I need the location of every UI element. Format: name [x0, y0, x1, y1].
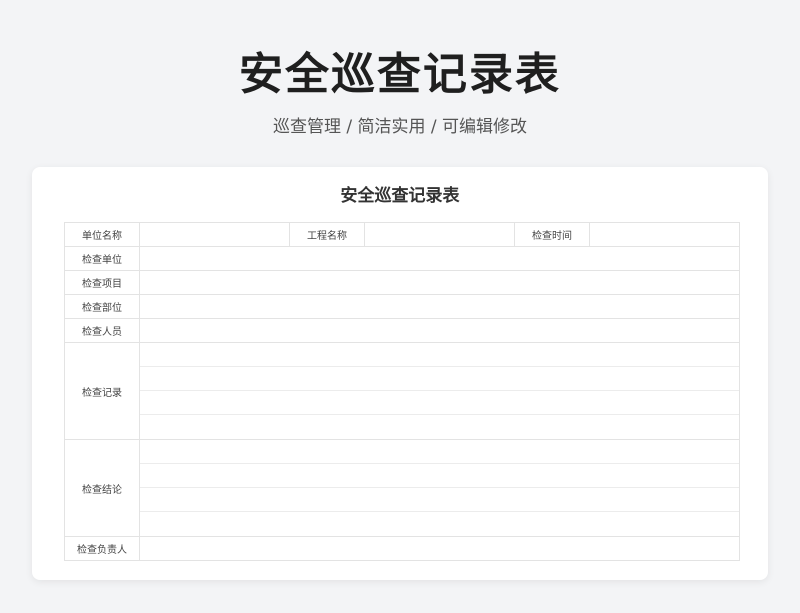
page-title: 安全巡查记录表	[239, 49, 561, 100]
table-row: 检查部位	[64, 294, 740, 319]
conclusion-line	[140, 464, 739, 488]
form-card: 安全巡查记录表 单位名称 工程名称 检查时间 检查单位 检查项目 检查部位 检查…	[32, 167, 768, 580]
page-subtitle: 巡查管理 / 简洁实用 / 可编辑修改	[272, 117, 528, 137]
conclusion-line	[140, 488, 739, 512]
check-conclusion-field[interactable]	[139, 439, 740, 537]
table-row: 单位名称 工程名称 检查时间	[64, 222, 740, 247]
record-line	[140, 415, 739, 439]
conclusion-line	[140, 512, 739, 536]
table-row: 检查单位	[64, 246, 740, 271]
record-line	[140, 391, 739, 415]
table-row: 检查记录	[64, 342, 740, 440]
check-time-label: 检查时间	[514, 222, 590, 247]
check-conclusion-label: 检查结论	[64, 439, 140, 537]
project-name-field[interactable]	[364, 222, 515, 247]
table-row: 检查项目	[64, 270, 740, 295]
table-row: 检查人员	[64, 318, 740, 343]
record-line	[140, 343, 739, 367]
unit-name-field[interactable]	[139, 222, 290, 247]
check-item-field[interactable]	[139, 270, 740, 295]
check-item-label: 检查项目	[64, 270, 140, 295]
check-unit-field[interactable]	[139, 246, 740, 271]
check-owner-field[interactable]	[139, 536, 740, 561]
check-record-label: 检查记录	[64, 342, 140, 440]
check-staff-field[interactable]	[139, 318, 740, 343]
project-name-label: 工程名称	[289, 222, 365, 247]
check-staff-label: 检查人员	[64, 318, 140, 343]
table-row: 检查结论	[64, 439, 740, 537]
form-title: 安全巡查记录表	[340, 186, 460, 206]
check-record-field[interactable]	[139, 342, 740, 440]
inspection-form-table: 单位名称 工程名称 检查时间 检查单位 检查项目 检查部位 检查人员 检查记录	[64, 222, 740, 561]
check-unit-label: 检查单位	[64, 246, 140, 271]
check-dept-label: 检查部位	[64, 294, 140, 319]
unit-name-label: 单位名称	[64, 222, 140, 247]
check-owner-label: 检查负责人	[64, 536, 140, 561]
check-dept-field[interactable]	[139, 294, 740, 319]
record-line	[140, 367, 739, 391]
table-row: 检查负责人	[64, 536, 740, 561]
check-time-field[interactable]	[589, 222, 740, 247]
conclusion-line	[140, 440, 739, 464]
